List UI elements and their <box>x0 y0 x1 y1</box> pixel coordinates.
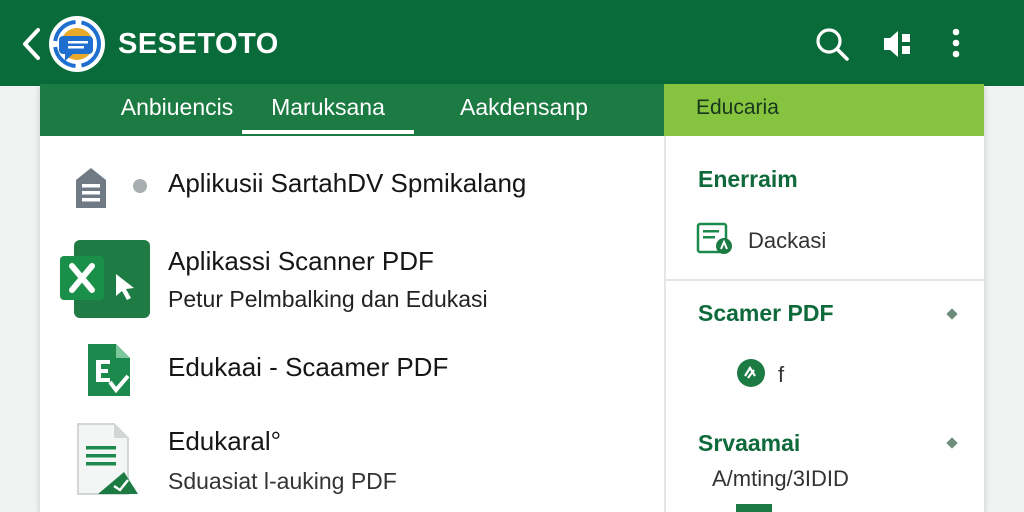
pdf-document-icon <box>77 423 138 495</box>
list-item-title: Aplikassi Scanner PDF <box>168 246 434 276</box>
more-options-button[interactable] <box>936 24 976 64</box>
more-vertical-icon <box>952 28 960 58</box>
panel-heading-scamer-pdf: Scamer PDF <box>698 300 834 326</box>
list-item[interactable]: Edukaai - Scaamer PDF <box>40 336 664 408</box>
list-item-subtitle: Petur Pelmbalking dan Edukasi <box>168 286 488 312</box>
panel-separator <box>666 279 984 281</box>
app-logo <box>49 16 105 72</box>
app-list: Aplikusii SartahDV Spmikalang Aplikassi … <box>40 136 664 512</box>
list-item[interactable]: Aplikassi Scanner PDF Petur Pelmbalking … <box>40 234 664 326</box>
panel-item-dackasi[interactable]: Dackasi <box>696 220 956 260</box>
excel-x-icon <box>60 240 150 318</box>
list-item-title: Edukaral° <box>168 426 282 456</box>
expand-diamond-icon[interactable] <box>946 437 958 449</box>
document-stack-icon <box>76 168 106 208</box>
panel-item-label: Dackasi <box>748 228 827 253</box>
panel-item-f[interactable]: f <box>736 358 936 394</box>
circle-check-icon <box>737 359 765 387</box>
list-item-title: Aplikusii SartahDV Spmikalang <box>168 168 527 198</box>
list-item-subtitle: Sduasiat l-auking PDF <box>168 468 397 494</box>
app-bar: SESETOTO <box>0 0 1024 86</box>
tab-bar: Anbiuencis Maruksana Aakdensanp <box>40 84 664 136</box>
panel-heading-enerraim: Enerraim <box>698 166 798 192</box>
app-title: SESETOTO <box>118 28 279 60</box>
tab-selected-indicator <box>242 130 414 134</box>
panel-item-amting[interactable]: A/mting/3IDID <box>712 466 849 492</box>
side-panel: Enerraim Dackasi Scamer PDF f Srvaamai A… <box>666 136 984 512</box>
search-icon <box>816 28 849 61</box>
spreadsheet-file-icon <box>88 344 130 396</box>
list-item[interactable]: Edukaral° Sduasiat l-auking PDF <box>40 416 664 512</box>
share-icon <box>884 31 910 57</box>
chat-logo-icon <box>53 20 101 68</box>
share-button[interactable] <box>878 24 918 64</box>
bullet-dot-icon <box>133 179 147 193</box>
chevron-left-icon <box>23 28 40 60</box>
search-button[interactable] <box>812 24 852 64</box>
file-icon-partial <box>736 504 772 512</box>
panel-item-label: f <box>778 362 785 387</box>
list-item-title: Edukaai - Scaamer PDF <box>168 352 449 382</box>
document-edit-icon <box>696 222 732 254</box>
back-button[interactable] <box>18 26 46 62</box>
tab-maruksana[interactable]: Maruksana <box>242 84 414 136</box>
tab-aakdensanp[interactable]: Aakdensanp <box>424 84 624 136</box>
expand-diamond-icon[interactable] <box>946 308 958 320</box>
tab-educaria[interactable]: Educaria <box>664 84 984 136</box>
panel-heading-srvaamai: Srvaamai <box>698 430 801 456</box>
main-card: Anbiuencis Maruksana Aakdensanp Educaria… <box>40 84 984 512</box>
list-item[interactable]: Aplikusii SartahDV Spmikalang <box>40 154 664 218</box>
